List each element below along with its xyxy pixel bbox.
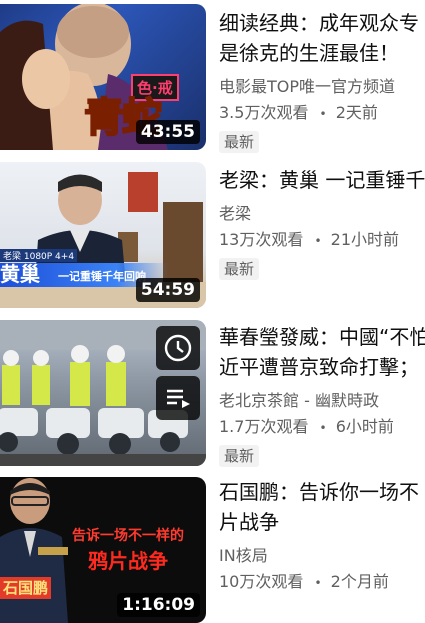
thumbnail-subline: 一记重锤千年回响: [58, 270, 146, 283]
view-count: 13万次观看: [219, 230, 304, 249]
video-title[interactable]: 细读经典：成年观众专 是徐克的生涯最佳！: [219, 8, 425, 68]
video-title-line: 近平遭普京致命打擊；: [219, 355, 419, 379]
video-thumbnail[interactable]: 告诉一场不一样的 鸦片战争 石国鹏 1:16:09: [0, 477, 206, 623]
video-item-2[interactable]: 老梁 1080P 4+4 黄巢 一记重锤千年回响 54:59 老梁：黄巢 一记重…: [0, 162, 425, 308]
video-stats: 10万次观看 • 2个月前: [219, 569, 425, 596]
video-title-line: 片战争: [219, 510, 279, 534]
video-title[interactable]: 華春瑩發威：中國“不怕 近平遭普京致命打擊；: [219, 322, 425, 382]
watch-later-button[interactable]: [156, 326, 200, 370]
thumbnail-headline-line2: 鸦片战争: [88, 549, 168, 573]
video-thumbnail[interactable]: [0, 320, 206, 466]
video-title-line: 石国鹏：告诉你一场不: [219, 480, 419, 504]
video-stats: 13万次观看 • 21小时前: [219, 227, 425, 254]
video-item-1[interactable]: 色·戒 青蛇 43:55 细读经典：成年观众专 是徐克的生涯最佳！ 电影最TOP…: [0, 4, 425, 153]
channel-name[interactable]: 老北京茶館 - 幽默時政: [219, 388, 425, 414]
video-duration: 1:16:09: [117, 593, 200, 617]
channel-name[interactable]: 老梁: [219, 201, 425, 227]
upload-age: 2天前: [335, 103, 378, 122]
channel-name[interactable]: 电影最TOP唯一官方频道: [219, 74, 425, 100]
separator: •: [314, 234, 322, 248]
upload-age: 2个月前: [330, 572, 389, 591]
video-meta: 老梁：黄巢 一记重锤千 老梁 13万次观看 • 21小时前 最新: [219, 162, 425, 280]
separator: •: [319, 107, 327, 121]
thumbnail-name-tag: 石国鹏: [0, 577, 52, 599]
view-count: 1.7万次观看: [219, 417, 309, 436]
video-stats: 1.7万次观看 • 6小时前: [219, 414, 425, 441]
video-title[interactable]: 老梁：黄巢 一记重锤千: [219, 165, 425, 195]
thumbnail-headline-line1: 告诉一场不一样的: [72, 528, 184, 544]
new-badge: 最新: [219, 445, 260, 467]
video-title-line: 華春瑩發威：中國“不怕: [219, 325, 425, 349]
channel-name[interactable]: IN核局: [219, 543, 425, 569]
upload-age: 6小时前: [335, 417, 394, 436]
video-thumbnail[interactable]: 老梁 1080P 4+4 黄巢 一记重锤千年回响 54:59: [0, 162, 206, 308]
video-thumbnail[interactable]: 色·戒 青蛇 43:55: [0, 4, 206, 150]
video-meta: 细读经典：成年观众专 是徐克的生涯最佳！ 电影最TOP唯一官方频道 3.5万次观…: [219, 4, 425, 153]
video-meta: 華春瑩發威：中國“不怕 近平遭普京致命打擊； 老北京茶館 - 幽默時政 1.7万…: [219, 320, 425, 467]
video-title[interactable]: 石国鹏：告诉你一场不 片战争: [219, 477, 425, 537]
add-to-queue-button[interactable]: [156, 376, 200, 420]
upload-age: 21小时前: [330, 230, 400, 249]
thumbnail-headline: 黄巢: [0, 262, 40, 286]
view-count: 10万次观看: [219, 572, 304, 591]
queue-icon: [167, 389, 190, 408]
video-duration: 54:59: [135, 278, 200, 302]
video-meta: 石国鹏：告诉你一场不 片战争 IN核局 10万次观看 • 2个月前: [219, 477, 425, 596]
clock-icon: [164, 334, 192, 362]
video-title-line: 细读经典：成年观众专: [219, 11, 419, 35]
separator: •: [319, 421, 327, 435]
video-item-3[interactable]: 華春瑩發威：中國“不怕 近平遭普京致命打擊； 老北京茶館 - 幽默時政 1.7万…: [0, 320, 425, 467]
view-count: 3.5万次观看: [219, 103, 309, 122]
new-badge: 最新: [219, 258, 260, 280]
video-duration: 43:55: [135, 120, 200, 144]
video-stats: 3.5万次观看 • 2天前: [219, 100, 425, 127]
separator: •: [314, 576, 322, 590]
new-badge: 最新: [219, 131, 260, 153]
video-item-4[interactable]: 告诉一场不一样的 鸦片战争 石国鹏 1:16:09 石国鹏：告诉你一场不 片战争…: [0, 477, 425, 623]
video-title-line: 是徐克的生涯最佳！: [219, 41, 399, 65]
